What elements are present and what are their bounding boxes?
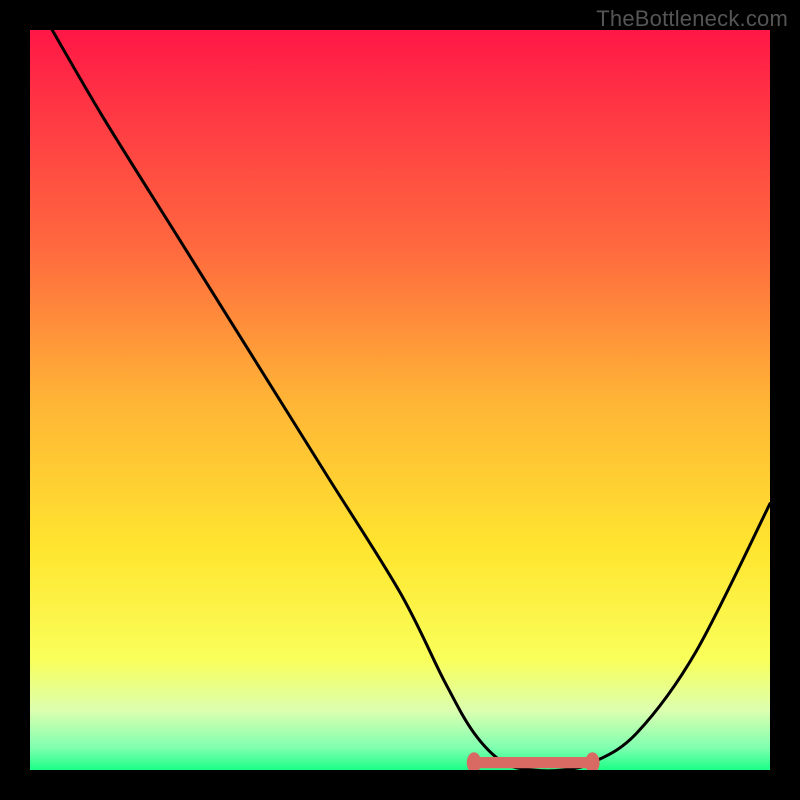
chart-container: TheBottleneck.com	[0, 0, 800, 800]
plot-svg	[30, 30, 770, 770]
plot-area	[30, 30, 770, 770]
watermark-text: TheBottleneck.com	[596, 6, 788, 32]
gradient-background	[30, 30, 770, 770]
